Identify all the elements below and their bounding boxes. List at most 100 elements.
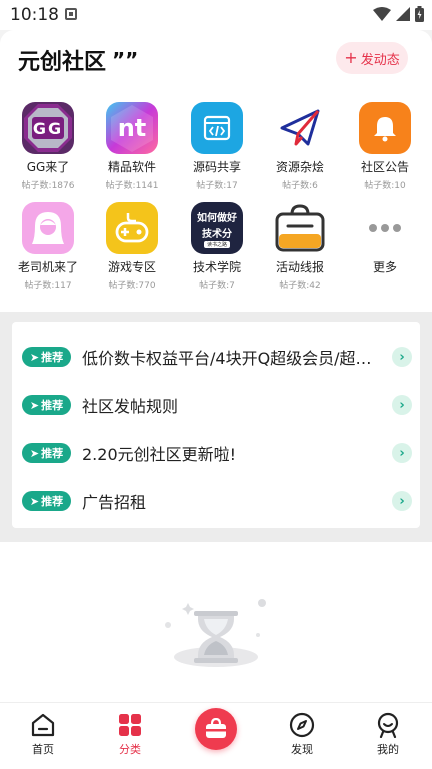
gg-icon-text: GG bbox=[32, 118, 64, 138]
category-grid-icon bbox=[100, 711, 160, 739]
tab-label: 我的 bbox=[377, 743, 399, 756]
category-games[interactable]: 游戏专区 帖子数:770 bbox=[89, 202, 175, 291]
recommend-badge: ➤ 推荐 bbox=[22, 491, 71, 511]
category-name: 资源杂烩 bbox=[275, 160, 324, 174]
compass-icon bbox=[272, 711, 332, 739]
category-count: 帖子数:117 bbox=[24, 281, 72, 291]
pinned-title: 广告招租 bbox=[82, 493, 147, 512]
category-count: 帖子数:770 bbox=[108, 281, 156, 291]
nt-icon: nt bbox=[106, 102, 158, 154]
category-count: 帖子数:6 bbox=[282, 181, 318, 191]
recommend-badge: ➤ 推荐 bbox=[22, 347, 71, 367]
pinned-list: ➤ 推荐 低价数卡权益平台/4块开Q超级会员/超… › ➤ 推荐 社区发帖规则 › … bbox=[12, 322, 420, 528]
paper-plane-icon bbox=[274, 102, 326, 154]
hourglass-icon bbox=[165, 599, 266, 667]
gg-icon: GG bbox=[22, 102, 74, 154]
empty-state bbox=[0, 542, 432, 702]
tab-mine[interactable]: 我的 bbox=[358, 711, 418, 757]
badge-label: 推荐 bbox=[41, 351, 64, 364]
chevron-right-icon: › bbox=[392, 443, 412, 463]
category-name: 源码共享 bbox=[192, 160, 241, 174]
bell-icon bbox=[359, 102, 411, 154]
badge-label: 推荐 bbox=[41, 495, 64, 508]
pinned-item[interactable]: ➤ 推荐 低价数卡权益平台/4块开Q超级会员/超… › bbox=[12, 333, 420, 381]
category-count: 帖子数:1141 bbox=[105, 181, 159, 191]
chevron-right-icon: › bbox=[392, 491, 412, 511]
category-source-code[interactable]: 源码共享 帖子数:17 bbox=[174, 102, 260, 191]
category-count: 帖子数:17 bbox=[196, 181, 238, 191]
wifi-icon bbox=[373, 7, 391, 21]
pin-icon: ➤ bbox=[29, 398, 40, 412]
notification-icon bbox=[65, 8, 77, 20]
recommend-badge: ➤ 推荐 bbox=[22, 443, 71, 463]
category-name: GG来了 bbox=[26, 160, 70, 174]
shop-sign-icon bbox=[274, 202, 326, 254]
page-title: 元创社区 bbox=[18, 50, 107, 75]
category-count: 帖子数:42 bbox=[279, 281, 321, 291]
status-icons bbox=[373, 6, 424, 22]
plus-icon: + bbox=[344, 48, 358, 67]
pin-icon: ➤ bbox=[29, 446, 40, 460]
chevron-right-icon: › bbox=[392, 395, 412, 415]
status-bar: 10:18 bbox=[0, 0, 432, 30]
pin-icon: ➤ bbox=[29, 494, 40, 508]
category-name: 更多 bbox=[372, 260, 397, 274]
more-dots-icon bbox=[359, 202, 411, 254]
badge-label: 推荐 bbox=[41, 399, 64, 412]
tab-discover[interactable]: 发现 bbox=[272, 711, 332, 757]
chevron-right-icon: › bbox=[392, 347, 412, 367]
status-time: 10:18 bbox=[10, 5, 59, 25]
tab-home[interactable]: 首页 bbox=[13, 711, 73, 757]
code-icon bbox=[191, 102, 243, 154]
category-resources[interactable]: 资源杂烩 帖子数:6 bbox=[257, 102, 343, 191]
book-cover-line2: 技术分 bbox=[202, 228, 232, 240]
user-icon bbox=[358, 711, 418, 739]
category-name: 精品软件 bbox=[107, 160, 156, 174]
category-name: 游戏专区 bbox=[107, 260, 156, 274]
category-tech-academy[interactable]: 如何做好 技术分 读书之路 技术学院 帖子数:7 bbox=[174, 202, 260, 291]
bottom-tab-bar: 首页 分类 发现 我的 bbox=[0, 702, 432, 769]
book-cover-icon: 如何做好 技术分 读书之路 bbox=[191, 202, 243, 254]
pin-icon: ➤ bbox=[29, 350, 40, 364]
gamepad-icon bbox=[106, 202, 158, 254]
category-gg[interactable]: GG GG来了 帖子数:1876 bbox=[5, 102, 91, 191]
nt-icon-text: nt bbox=[117, 114, 147, 142]
category-old-driver[interactable]: 老司机来了 帖子数:117 bbox=[5, 202, 91, 291]
post-button-label: 发动态 bbox=[360, 52, 400, 68]
quote-icon: ”” bbox=[112, 48, 139, 72]
post-button[interactable]: + 发动态 bbox=[336, 42, 408, 74]
category-card: 元创社区 ”” + 发动态 GG GG来了 帖子数:1876 nt 精品软件 帖… bbox=[0, 30, 432, 312]
tab-category[interactable]: 分类 bbox=[100, 711, 160, 757]
category-premium-software[interactable]: nt 精品软件 帖子数:1141 bbox=[89, 102, 175, 191]
pinned-item[interactable]: ➤ 推荐 2.20元创社区更新啦! › bbox=[12, 429, 420, 477]
category-more[interactable]: 更多 bbox=[342, 202, 428, 275]
pinned-title: 社区发帖规则 bbox=[82, 397, 179, 416]
book-cover-line3: 读书之路 bbox=[203, 240, 230, 248]
category-count: 帖子数:7 bbox=[199, 281, 235, 291]
recommend-badge: ➤ 推荐 bbox=[22, 395, 71, 415]
category-count: 帖子数:10 bbox=[364, 181, 406, 191]
book-cover-line1: 如何做好 bbox=[197, 212, 237, 224]
category-name: 社区公告 bbox=[360, 160, 409, 174]
pinned-title: 2.20元创社区更新啦! bbox=[82, 445, 237, 464]
tab-label: 分类 bbox=[119, 743, 141, 756]
pinned-section: ➤ 推荐 低价数卡权益平台/4块开Q超级会员/超… › ➤ 推荐 社区发帖规则 › … bbox=[0, 312, 432, 542]
pinned-item[interactable]: ➤ 推荐 广告招租 › bbox=[12, 477, 420, 525]
home-icon bbox=[13, 711, 73, 739]
category-announcements[interactable]: 社区公告 帖子数:10 bbox=[342, 102, 428, 191]
category-name: 技术学院 bbox=[192, 260, 241, 274]
tab-label: 发现 bbox=[291, 743, 313, 756]
tab-label: 首页 bbox=[32, 743, 54, 756]
girl-avatar-icon bbox=[22, 202, 74, 254]
battery-icon bbox=[415, 6, 424, 22]
pinned-item[interactable]: ➤ 推荐 社区发帖规则 › bbox=[12, 381, 420, 429]
category-activities[interactable]: 活动线报 帖子数:42 bbox=[257, 202, 343, 291]
badge-label: 推荐 bbox=[41, 447, 64, 460]
pinned-title: 低价数卡权益平台/4块开Q超级会员/超… bbox=[82, 349, 372, 368]
publish-button[interactable] bbox=[195, 708, 237, 750]
shop-bag-icon bbox=[206, 718, 226, 738]
signal-icon bbox=[396, 7, 410, 21]
category-count: 帖子数:1876 bbox=[21, 181, 75, 191]
category-name: 老司机来了 bbox=[17, 260, 78, 274]
category-name: 活动线报 bbox=[275, 260, 324, 274]
